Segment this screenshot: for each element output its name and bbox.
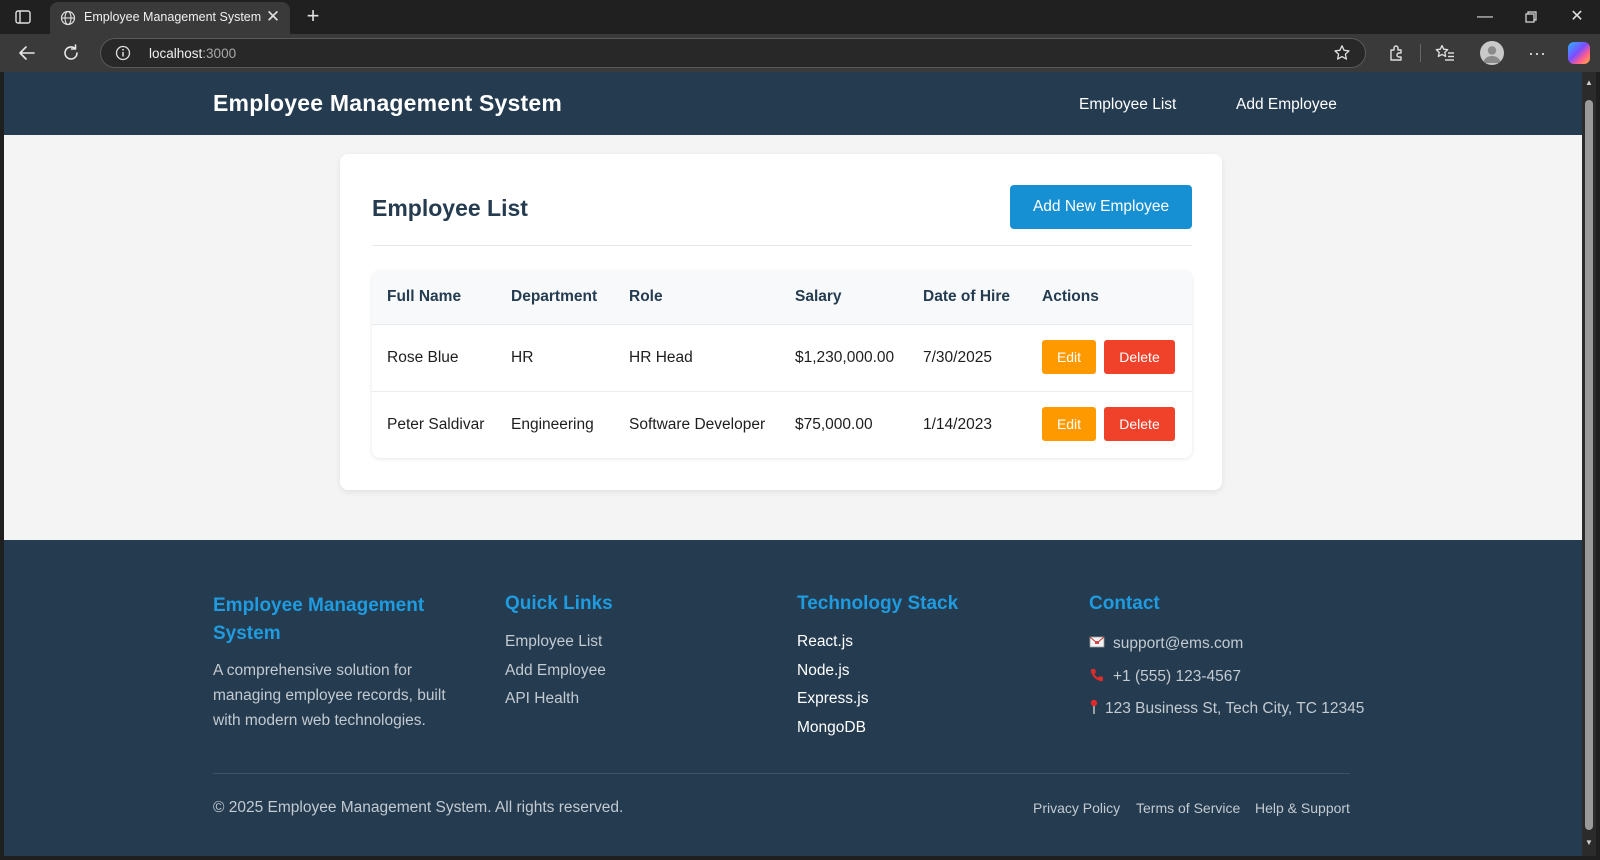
contact-phone: +1 (555) 123-4567 [1089,661,1364,694]
close-tab-icon[interactable]: ✕ [264,8,282,26]
contact-address: 123 Business St, Tech City, TC 12345 [1089,693,1364,726]
contact-address-text: 123 Business St, Tech City, TC 12345 [1105,700,1365,717]
table-header: Full Name Department Role Salary Date of… [372,271,1192,325]
nav-link-add-employee[interactable]: Add Employee [1236,96,1337,114]
site-footer: Employee Management System A comprehensi… [4,540,1582,856]
tab-title: Employee Management System [84,10,262,24]
copilot-icon[interactable] [1568,42,1590,64]
footer-about-title: Employee Management System [213,595,425,644]
vertical-scrollbar[interactable]: ▲ ▼ [1582,72,1596,856]
favorite-star-icon[interactable] [1333,44,1351,62]
tab-actions-icon[interactable] [14,8,32,26]
footer-link-add-employee[interactable]: Add Employee [505,657,613,686]
close-window-icon[interactable]: ✕ [1566,6,1588,28]
footer-quick-links-title: Quick Links [505,593,613,614]
footer-link-privacy-policy[interactable]: Privacy Policy [1033,800,1120,816]
favorites-icon[interactable] [1434,42,1456,64]
cell-salary: $1,230,000.00 [795,349,895,366]
column-header-salary: Salary [795,288,842,305]
delete-button[interactable]: Delete [1104,407,1175,441]
cell-full-name: Rose Blue [387,349,459,366]
site-info-icon[interactable] [115,45,131,61]
footer-divider [213,773,1350,774]
column-header-full-name: Full Name [387,288,462,305]
footer-tech-stack: Technology Stack React.js Node.js Expres… [797,590,958,742]
footer-link-employee-list[interactable]: Employee List [505,628,613,657]
globe-icon [60,10,76,26]
page-viewport: Employee Management System Employee List… [4,72,1582,856]
cell-role: HR Head [629,349,693,366]
delete-button[interactable]: Delete [1104,340,1175,374]
extensions-icon[interactable] [1386,42,1408,64]
map-pin-icon [1089,695,1099,714]
page-title: Employee List [372,195,528,221]
footer-link-terms-of-service[interactable]: Terms of Service [1136,800,1240,816]
table-row: Peter Saldivar Engineering Software Deve… [372,391,1192,458]
browser-toolbar: localhost:3000 ··· [0,34,1600,72]
column-header-date-of-hire: Date of Hire [923,288,1010,305]
scroll-thumb[interactable] [1585,100,1593,830]
cell-full-name: Peter Saldivar [387,416,485,433]
restore-icon[interactable] [1520,6,1542,28]
cell-role: Software Developer [629,416,766,433]
footer-about: Employee Management System A comprehensi… [213,592,463,733]
back-arrow-icon[interactable] [16,42,38,64]
more-options-icon[interactable]: ··· [1526,42,1548,64]
minimize-icon[interactable]: — [1474,6,1496,28]
toolbar-separator [1420,44,1421,62]
cell-date-of-hire: 1/14/2023 [923,416,992,433]
scroll-up-arrow-icon[interactable]: ▲ [1584,78,1594,88]
scroll-down-arrow-icon[interactable]: ▼ [1584,838,1594,848]
column-header-department: Department [511,288,598,305]
contact-phone-text: +1 (555) 123-4567 [1113,667,1241,685]
footer-link-help-support[interactable]: Help & Support [1255,800,1350,816]
tech-item: Express.js [797,690,869,707]
cell-department: Engineering [511,416,594,433]
tech-item: Node.js [797,661,850,679]
nav-link-employee-list[interactable]: Employee List [1079,96,1176,114]
footer-tech-title: Technology Stack [797,593,959,614]
tech-item: MongoDB [797,718,866,736]
table-row: Rose Blue HR HR Head $1,230,000.00 7/30/… [372,324,1192,392]
footer-about-text: A comprehensive solution for managing em… [213,662,446,729]
url-text: localhost:3000 [149,46,236,61]
footer-contact: Contact support@ems.com +1 (555) 123-456… [1089,590,1364,726]
employee-list-card: Employee List Add New Employee Full Name… [340,154,1222,490]
edit-button[interactable]: Edit [1042,340,1096,374]
new-tab-icon[interactable]: + [302,5,324,28]
tech-item: React.js [797,633,853,650]
cell-date-of-hire: 7/30/2025 [923,349,992,366]
cell-department: HR [511,349,534,366]
edit-button[interactable]: Edit [1042,407,1096,441]
footer-contact-title: Contact [1089,593,1160,614]
url-host: localhost [149,46,203,61]
reload-icon[interactable] [60,42,82,64]
add-new-employee-button[interactable]: Add New Employee [1010,185,1192,229]
profile-avatar[interactable] [1480,41,1504,65]
contact-email: support@ems.com [1089,628,1364,661]
copyright-text: © 2025 Employee Management System. All r… [213,799,624,816]
column-header-role: Role [629,288,663,305]
url-port: :3000 [202,46,237,61]
employee-table: Full Name Department Role Salary Date of… [372,271,1192,458]
address-bar[interactable]: localhost:3000 [100,38,1366,68]
footer-link-api-health[interactable]: API Health [505,685,613,714]
footer-quick-links: Quick Links Employee List Add Employee A… [505,590,613,714]
card-divider [372,245,1192,246]
column-header-actions: Actions [1042,288,1099,305]
brand-title[interactable]: Employee Management System [213,90,562,117]
contact-email-text: support@ems.com [1113,635,1244,652]
browser-tab[interactable]: Employee Management System ✕ [50,2,290,34]
cell-salary: $75,000.00 [795,416,873,433]
envelope-icon [1089,630,1105,648]
app-header: Employee Management System Employee List… [4,72,1582,135]
phone-icon [1089,663,1105,681]
browser-tab-bar: Employee Management System ✕ + — ✕ [0,0,1600,34]
